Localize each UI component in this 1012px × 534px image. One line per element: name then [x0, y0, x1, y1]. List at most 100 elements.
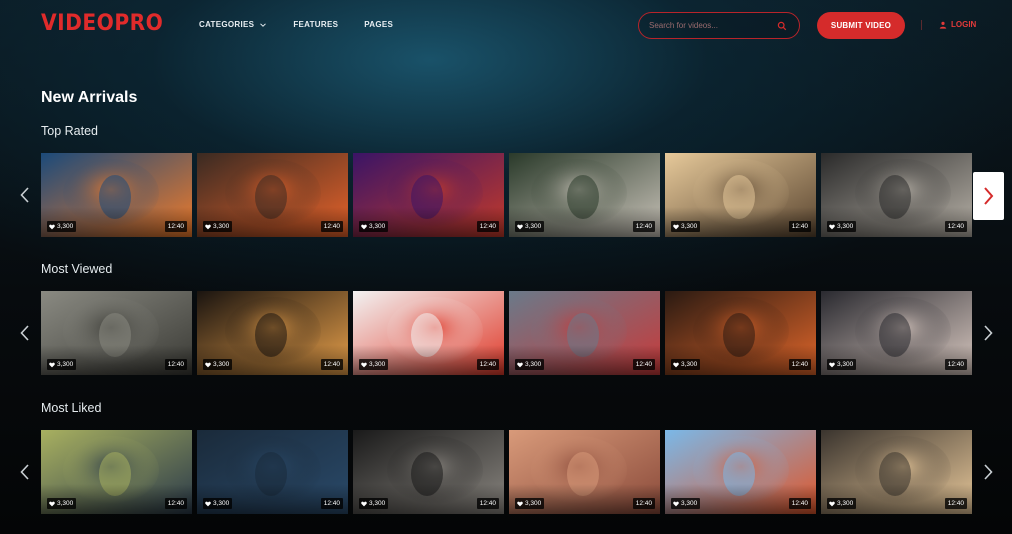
likes-badge: 3,300: [515, 359, 545, 370]
submit-video-button[interactable]: SUBMIT VIDEO: [817, 12, 905, 39]
page-title: New Arrivals: [41, 89, 138, 106]
heart-icon: [205, 224, 211, 229]
heart-icon: [829, 224, 835, 229]
duration-badge: 12:40: [944, 498, 967, 509]
section-title-top-rated: Top Rated: [41, 124, 98, 138]
video-thumbnail[interactable]: 3,300 12:40: [197, 430, 348, 514]
nav-categories[interactable]: CATEGORIES: [199, 20, 267, 29]
heart-icon: [361, 501, 367, 506]
chevron-left-icon[interactable]: [18, 186, 32, 204]
video-thumbnail[interactable]: 3,300 12:40: [821, 153, 972, 237]
likes-badge: 3,300: [47, 359, 77, 370]
duration-badge: 12:40: [476, 359, 499, 370]
video-thumbnail[interactable]: 3,300 12:40: [665, 153, 816, 237]
chevron-down-icon: [260, 22, 267, 27]
likes-count: 3,300: [213, 500, 230, 507]
likes-count: 3,300: [837, 361, 854, 368]
heart-icon: [829, 362, 835, 367]
search-box: [638, 12, 800, 39]
likes-count: 3,300: [681, 500, 698, 507]
duration-badge: 12:40: [164, 498, 187, 509]
likes-badge: 3,300: [515, 498, 545, 509]
video-thumbnail[interactable]: 3,300 12:40: [197, 153, 348, 237]
video-thumbnail[interactable]: 3,300 12:40: [41, 153, 192, 237]
likes-badge: 3,300: [359, 221, 389, 232]
nav-pages[interactable]: PAGES: [364, 20, 393, 29]
duration-badge: 12:40: [632, 221, 655, 232]
duration-badge: 12:40: [164, 359, 187, 370]
heart-icon: [673, 224, 679, 229]
likes-count: 3,300: [213, 361, 230, 368]
likes-badge: 3,300: [203, 221, 233, 232]
section-title-most-viewed: Most Viewed: [41, 262, 113, 276]
heart-icon: [829, 501, 835, 506]
likes-count: 3,300: [213, 223, 230, 230]
video-thumbnail[interactable]: 3,300 12:40: [821, 291, 972, 375]
video-thumbnail[interactable]: 3,300 12:40: [509, 291, 660, 375]
duration-badge: 12:40: [632, 359, 655, 370]
likes-badge: 3,300: [203, 359, 233, 370]
heart-icon: [517, 501, 523, 506]
heart-icon: [673, 501, 679, 506]
section-title-most-liked: Most Liked: [41, 401, 102, 415]
next-button[interactable]: [973, 172, 1004, 220]
duration-badge: 12:40: [788, 498, 811, 509]
chevron-right-icon: [984, 187, 994, 205]
video-thumbnail[interactable]: 3,300 12:40: [509, 430, 660, 514]
duration-badge: 12:40: [320, 498, 343, 509]
heart-icon: [673, 362, 679, 367]
likes-badge: 3,300: [827, 221, 857, 232]
likes-count: 3,300: [681, 223, 698, 230]
chevron-left-icon[interactable]: [18, 324, 32, 342]
login-link[interactable]: LOGIN: [939, 20, 976, 29]
video-thumbnail[interactable]: 3,300 12:40: [821, 430, 972, 514]
search-icon[interactable]: [777, 21, 787, 31]
likes-count: 3,300: [525, 223, 542, 230]
nav-features[interactable]: FEATURES: [293, 20, 338, 29]
search-input[interactable]: [649, 13, 777, 38]
user-icon: [939, 21, 947, 29]
video-thumbnail[interactable]: 3,300 12:40: [353, 430, 504, 514]
likes-count: 3,300: [369, 500, 386, 507]
video-thumbnail[interactable]: 3,300 12:40: [197, 291, 348, 375]
heart-icon: [49, 362, 55, 367]
likes-count: 3,300: [369, 361, 386, 368]
chevron-left-icon[interactable]: [18, 463, 32, 481]
video-thumbnail[interactable]: 3,300 12:40: [509, 153, 660, 237]
likes-count: 3,300: [57, 223, 74, 230]
chevron-right-icon[interactable]: [981, 324, 995, 342]
likes-badge: 3,300: [47, 221, 77, 232]
likes-count: 3,300: [57, 500, 74, 507]
likes-badge: 3,300: [359, 359, 389, 370]
likes-badge: 3,300: [203, 498, 233, 509]
likes-count: 3,300: [369, 223, 386, 230]
likes-badge: 3,300: [47, 498, 77, 509]
video-thumbnail[interactable]: 3,300 12:40: [665, 430, 816, 514]
video-thumbnail[interactable]: 3,300 12:40: [353, 153, 504, 237]
nav-features-label: FEATURES: [293, 20, 339, 29]
likes-count: 3,300: [525, 500, 542, 507]
likes-badge: 3,300: [671, 359, 701, 370]
heart-icon: [49, 224, 55, 229]
likes-count: 3,300: [525, 361, 542, 368]
video-thumbnail[interactable]: 3,300 12:40: [41, 291, 192, 375]
heart-icon: [361, 362, 367, 367]
likes-count: 3,300: [837, 500, 854, 507]
logo[interactable]: VIDEOPRO: [41, 11, 163, 36]
header-divider: [921, 20, 922, 30]
video-thumbnail[interactable]: 3,300 12:40: [353, 291, 504, 375]
duration-badge: 12:40: [164, 221, 187, 232]
heart-icon: [517, 362, 523, 367]
likes-count: 3,300: [681, 361, 698, 368]
heart-icon: [517, 224, 523, 229]
chevron-right-icon[interactable]: [981, 463, 995, 481]
heart-icon: [205, 501, 211, 506]
duration-badge: 12:40: [788, 221, 811, 232]
video-thumbnail[interactable]: 3,300 12:40: [665, 291, 816, 375]
duration-badge: 12:40: [320, 359, 343, 370]
video-thumbnail[interactable]: 3,300 12:40: [41, 430, 192, 514]
likes-badge: 3,300: [827, 359, 857, 370]
likes-badge: 3,300: [515, 221, 545, 232]
likes-badge: 3,300: [671, 498, 701, 509]
duration-badge: 12:40: [944, 221, 967, 232]
